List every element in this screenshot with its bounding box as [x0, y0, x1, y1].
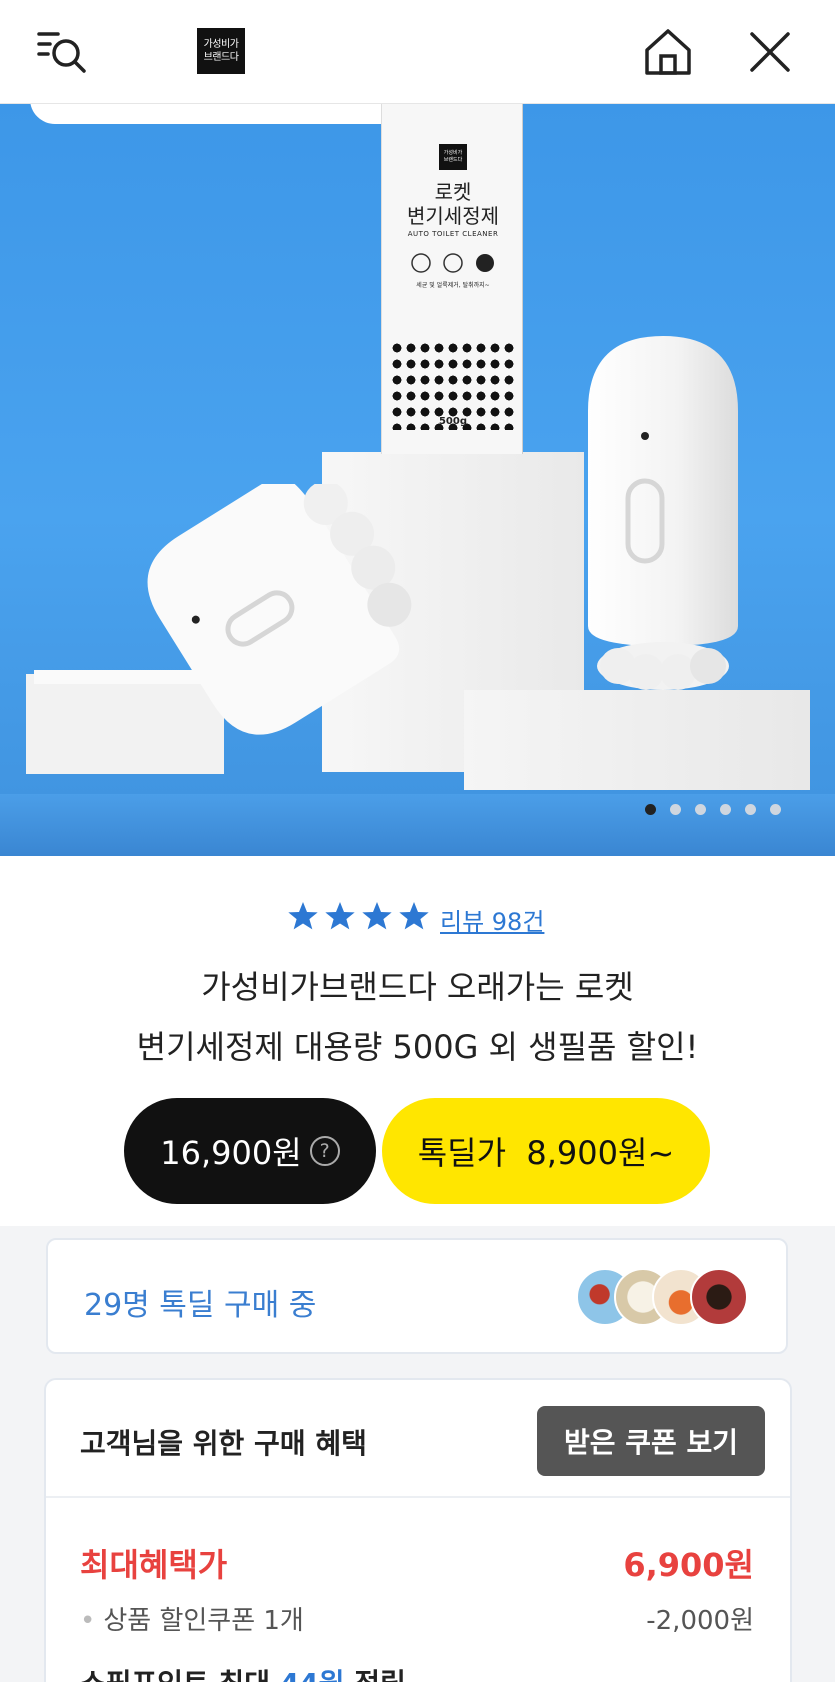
carousel-dot-5[interactable] [745, 804, 756, 815]
avatar [690, 1268, 748, 1326]
brand-logo-line1: 가성비가 [203, 39, 239, 50]
carton-caption: 세균 및 얼룩제거, 탈취까지~ [416, 282, 490, 289]
deal-price-pill[interactable]: 톡딜가 8,900원~ [382, 1098, 710, 1204]
top-bar: 가성비가 브랜드다 [0, 0, 835, 104]
buyers-count-text: 29명 톡딜 구매 중 [84, 1288, 317, 1323]
purchase-benefit-box: 고객님을 위한 구매 혜택 받은 쿠폰 보기 최대혜택가 6,900원 • 상품 … [44, 1378, 792, 1682]
carton-badge-icons [410, 252, 496, 274]
rating-stars [286, 900, 431, 932]
view-coupons-button[interactable]: 받은 쿠폰 보기 [537, 1406, 765, 1476]
review-link[interactable]: 리뷰 98건 [440, 902, 544, 937]
star-icon [288, 902, 318, 930]
point-amount: 44원 [280, 1667, 345, 1682]
max-benefit-value: 6,900원 [623, 1546, 754, 1584]
product-image-carousel[interactable]: 가성비가 브랜드다 로켓 변기세정제 AUTO TOILET CLEANER 세… [0, 104, 835, 856]
carton-logo-line2: 브랜드다 [443, 157, 463, 163]
star-icon [325, 902, 355, 930]
bullet-icon: • [80, 1606, 96, 1636]
hero-top-pill [30, 104, 415, 124]
carton-logo-line1: 가성비가 [443, 150, 463, 156]
original-price: 16,900원 [160, 1134, 302, 1172]
buyers-box[interactable]: 29명 톡딜 구매 중 [46, 1238, 788, 1354]
point-suffix: 적립 [345, 1667, 406, 1682]
carousel-dot-4[interactable] [720, 804, 731, 815]
coupon-row-label: • 상품 할인쿠폰 1개 [80, 1600, 304, 1637]
carton-weight: 500g [438, 416, 468, 427]
benefit-header: 고객님을 위한 구매 혜택 받은 쿠폰 보기 [46, 1380, 790, 1498]
brand-logo[interactable]: 가성비가 브랜드다 [197, 28, 245, 74]
home-icon[interactable] [642, 26, 694, 78]
carton-logo: 가성비가 브랜드다 [439, 144, 467, 170]
product-carton: 가성비가 브랜드다 로켓 변기세정제 AUTO TOILET CLEANER 세… [381, 104, 523, 454]
benefit-title: 고객님을 위한 구매 혜택 [80, 1427, 367, 1460]
carousel-dot-3[interactable] [695, 804, 706, 815]
help-icon[interactable]: ? [309, 1136, 340, 1166]
buyer-avatars [576, 1268, 756, 1326]
brand-logo-line2: 브랜드다 [203, 52, 239, 63]
carousel-dot-6[interactable] [770, 804, 781, 815]
right-pedestal [464, 690, 810, 790]
close-icon[interactable] [744, 26, 796, 78]
standing-bottle [588, 336, 738, 696]
deal-price: 톡딜가 8,900원~ [417, 1134, 675, 1172]
point-prefix: 쇼핑포인트 최대 [80, 1667, 280, 1682]
original-price-pill[interactable]: 16,900원 ? [124, 1098, 376, 1204]
product-title-line1: 가성비가브랜드다 오래가는 로켓 [201, 968, 634, 1006]
menu-search-icon[interactable] [36, 26, 88, 78]
carousel-dot-2[interactable] [670, 804, 681, 815]
carton-title-line2: 변기세정제 [407, 204, 499, 228]
coupon-label-text: 상품 할인쿠폰 1개 [103, 1606, 304, 1636]
max-benefit-label: 최대혜택가 [80, 1546, 228, 1584]
product-title-line2: 변기세정제 대용량 500G 외 생필품 할인! [136, 1028, 699, 1066]
star-icon [362, 902, 392, 930]
carousel-dot-1[interactable] [645, 804, 656, 815]
shopping-point-row: 쇼핑포인트 최대 44원 적립 [80, 1662, 406, 1682]
coupon-row-value: -2,000원 [646, 1606, 754, 1636]
star-icon [399, 902, 429, 930]
carousel-dots[interactable] [645, 804, 781, 815]
lying-bottle [130, 475, 420, 804]
carton-subtitle: AUTO TOILET CLEANER [407, 230, 499, 238]
